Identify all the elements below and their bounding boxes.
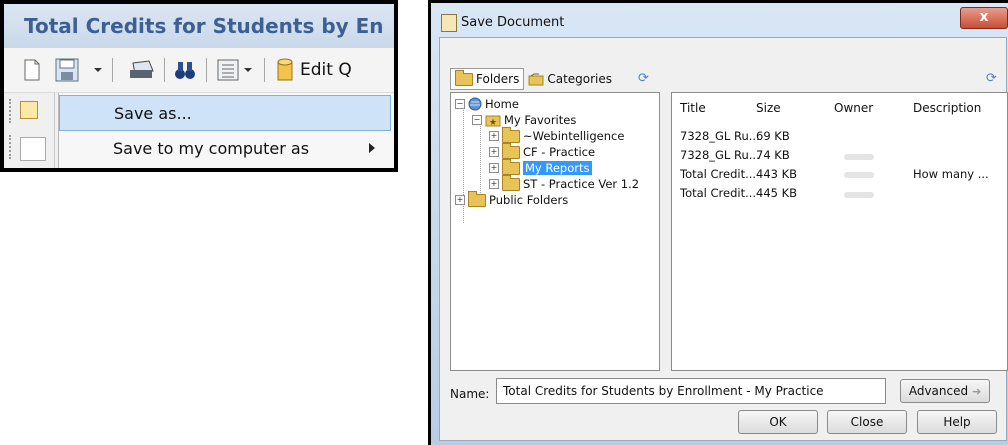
refresh-tree-icon[interactable]: ⟳ xyxy=(638,71,649,86)
save-as-label: Save as... xyxy=(114,104,192,123)
tree-item-home[interactable]: − Home xyxy=(455,96,519,112)
save-to-computer-label: Save to my computer as xyxy=(113,139,310,158)
find-icon[interactable] xyxy=(172,57,198,83)
tree-item-public-folders[interactable]: + Public Folders xyxy=(455,190,569,208)
table-row[interactable]: Total Credit... 445 KB xyxy=(672,185,1007,201)
tab-categories-label: Categories xyxy=(547,72,613,86)
cell-size: 443 KB xyxy=(756,167,798,181)
folder-tabs: Folders Categories xyxy=(450,68,616,90)
folder-icon xyxy=(502,126,520,143)
cell-size: 69 KB xyxy=(756,129,790,143)
expand-icon[interactable]: + xyxy=(455,195,465,205)
column-header-size[interactable]: Size xyxy=(756,101,781,115)
tree-label-home: Home xyxy=(485,97,519,111)
tab-folders-label: Folders xyxy=(476,72,520,86)
close-button[interactable]: Close xyxy=(827,410,907,434)
table-row[interactable]: 7328_GL Ru... 69 KB xyxy=(672,128,1007,144)
menu-item-save-to-computer[interactable]: Save to my computer as xyxy=(59,133,391,165)
main-toolbar: Edit Q xyxy=(4,48,394,93)
help-button[interactable]: Help xyxy=(917,410,997,434)
collapse-icon[interactable]: − xyxy=(455,99,465,109)
table-row[interactable]: 7328_GL Ru... 74 KB xyxy=(672,147,1007,163)
dialog-body: Folders Categories ⟳ ⟳ − Home − ★ My Fav… xyxy=(439,37,1008,441)
cell-size: 74 KB xyxy=(756,148,790,162)
redacted-owner xyxy=(844,154,874,160)
edit-query-label: Edit Q xyxy=(300,60,352,80)
menu-item-save-as[interactable]: Save as... xyxy=(59,95,391,131)
dialog-title: Save Document xyxy=(461,15,565,30)
tree-label-cf-practice: CF - Practice xyxy=(523,145,596,159)
save-dropdown-menu: Save as... Save to my computer as xyxy=(58,93,394,168)
tree-label-my-favorites: My Favorites xyxy=(504,113,577,127)
redacted-owner xyxy=(844,192,874,198)
tab-categories[interactable]: Categories xyxy=(524,69,616,89)
expand-icon[interactable]: + xyxy=(489,179,499,189)
column-header-description[interactable]: Description xyxy=(913,101,981,115)
cell-title: 7328_GL Ru... xyxy=(680,129,760,143)
folder-icon xyxy=(502,142,520,159)
folder-icon xyxy=(502,174,520,191)
redacted-owner xyxy=(844,172,874,178)
tree-item-my-favorites[interactable]: − ★ My Favorites xyxy=(472,112,576,128)
refresh-list-icon[interactable]: ⟳ xyxy=(986,71,997,86)
favorites-folder-icon: ★ xyxy=(485,115,501,127)
expand-icon[interactable]: + xyxy=(489,131,499,141)
cell-title: Total Credit... xyxy=(680,167,757,181)
name-label: Name: xyxy=(450,387,490,401)
tree-label-webintelligence: ~Webintelligence xyxy=(523,129,625,143)
side-toolbar xyxy=(4,93,55,168)
collapse-icon[interactable]: − xyxy=(472,115,482,125)
folder-icon xyxy=(468,190,486,207)
save-icon[interactable] xyxy=(54,57,80,83)
tree-label-st-practice: ST - Practice Ver 1.2 xyxy=(523,177,640,191)
document-name-input[interactable]: Total Credits for Students by Enrollment… xyxy=(496,378,886,404)
report-icon[interactable] xyxy=(20,101,38,119)
input-box[interactable] xyxy=(20,137,46,161)
new-document-icon[interactable] xyxy=(22,57,42,83)
save-dropdown-icon[interactable] xyxy=(92,57,104,83)
svg-text:★: ★ xyxy=(489,118,497,127)
table-row[interactable]: Total Credit... 443 KB How many ... xyxy=(672,166,1007,182)
column-header-title[interactable]: Title xyxy=(680,101,706,115)
tree-label-public-folders: Public Folders xyxy=(489,193,569,207)
advanced-button[interactable]: Advanced ➜ xyxy=(900,379,990,403)
dialog-frame: Save Document x Folders Categories ⟳ ⟳ −… xyxy=(431,3,1008,445)
cell-title: 7328_GL Ru... xyxy=(680,148,760,162)
folder-icon xyxy=(455,69,473,86)
column-header-owner[interactable]: Owner xyxy=(834,101,873,115)
toolbar-snippet: Total Credits for Students by En Edit Q … xyxy=(0,0,398,172)
expand-icon[interactable]: + xyxy=(489,147,499,157)
toolbar-snippet-content: Total Credits for Students by En Edit Q … xyxy=(4,4,394,168)
folder-icon xyxy=(502,158,520,175)
tree-label-my-reports: My Reports xyxy=(523,161,592,175)
cell-description: How many ... xyxy=(913,167,989,181)
view-icon[interactable] xyxy=(216,57,240,83)
folder-tree: − Home − ★ My Favorites + ~Webintelligen… xyxy=(450,92,660,371)
ok-button[interactable]: OK xyxy=(738,410,818,434)
categories-icon xyxy=(528,73,544,85)
advanced-label: Advanced xyxy=(908,384,969,398)
tree-item-st-practice[interactable]: + ST - Practice Ver 1.2 xyxy=(489,174,640,192)
edit-query-button[interactable]: Edit Q xyxy=(300,57,352,83)
view-dropdown-icon[interactable] xyxy=(242,57,254,83)
cell-size: 445 KB xyxy=(756,186,798,200)
cell-title: Total Credit... xyxy=(680,186,757,200)
edit-query-icon[interactable] xyxy=(274,57,296,83)
home-globe-icon xyxy=(468,97,482,111)
save-document-dialog: Save Document x Folders Categories ⟳ ⟳ −… xyxy=(428,0,1008,445)
arrow-right-icon: ➜ xyxy=(971,385,982,398)
expand-icon[interactable]: + xyxy=(489,163,499,173)
tab-folders[interactable]: Folders xyxy=(450,68,525,90)
document-list: Title Size Owner Description 7328_GL Ru.… xyxy=(671,92,1008,371)
document-icon xyxy=(441,14,457,32)
submenu-arrow-icon xyxy=(369,143,375,153)
document-title: Total Credits for Students by En xyxy=(4,4,394,48)
print-icon[interactable] xyxy=(126,57,156,83)
dialog-close-button[interactable]: x xyxy=(960,7,1008,29)
